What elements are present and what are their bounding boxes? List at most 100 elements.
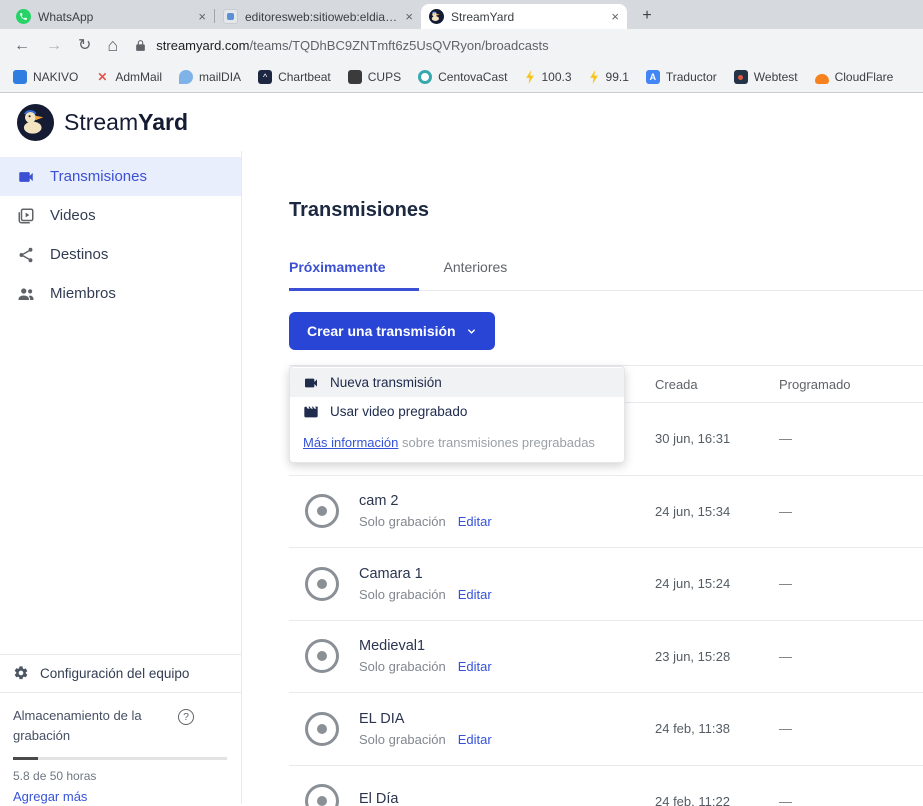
help-icon[interactable]: ? (178, 709, 194, 725)
edit-link[interactable]: Editar (458, 659, 492, 674)
bookmark-radio-100-3[interactable]: 100.3 (524, 70, 571, 84)
maildia-icon (179, 70, 193, 84)
broadcast-name: El Día (359, 791, 399, 806)
menu-info-rest: sobre transmisiones pregrabadas (398, 435, 595, 450)
more-info-link[interactable]: Más información (303, 435, 398, 450)
bookmark-label: 100.3 (541, 70, 571, 84)
broadcast-name: Medieval1 (359, 638, 492, 654)
bookmark-label: mailDIA (199, 70, 241, 84)
tab-anteriores[interactable]: Anteriores (443, 259, 507, 290)
bookmark-chartbeat[interactable]: Chartbeat (258, 70, 331, 84)
team-settings-button[interactable]: Configuración del equipo (0, 654, 241, 692)
scheduled-value: — (779, 431, 792, 446)
app-header: StreamYard (0, 93, 923, 151)
storage-label: Almacenamiento de la grabación (13, 706, 178, 746)
new-tab-button[interactable]: + (635, 4, 659, 28)
sidebar-item-miembros[interactable]: Miembros (0, 274, 241, 313)
bookmark-label: CentovaCast (438, 70, 507, 84)
create-broadcast-menu: Nueva transmisión Usar video pregrabado … (289, 366, 625, 463)
bookmark-label: CUPS (368, 70, 401, 84)
home-icon[interactable] (107, 36, 118, 55)
people-icon (17, 285, 35, 303)
sidebar: Transmisiones Videos Destinos Miembros (0, 151, 242, 804)
eldia-favicon (223, 9, 238, 24)
screen: WhatsApp × editoresweb:sitioweb:eldia.co… (0, 0, 923, 806)
video-library-icon (17, 207, 35, 225)
scheduled-value: — (779, 721, 792, 736)
sidebar-item-videos[interactable]: Videos (0, 196, 241, 235)
sidebar-item-transmisiones[interactable]: Transmisiones (0, 157, 241, 196)
back-icon[interactable] (14, 38, 30, 54)
centovacast-icon (418, 70, 432, 84)
brand-name: StreamYard (64, 109, 188, 136)
bookmark-centovacast[interactable]: CentovaCast (418, 70, 507, 84)
record-icon (305, 639, 339, 673)
bookmark-nakivo[interactable]: NAKIVO (13, 70, 78, 84)
created-value: 24 feb, 11:22 (655, 794, 730, 806)
tab-close-icon[interactable]: × (198, 10, 206, 23)
streamyard-favicon (429, 9, 444, 24)
reload-icon[interactable] (78, 38, 91, 54)
menu-item-prerecorded-video[interactable]: Usar video pregrabado (290, 397, 624, 426)
url-omnibox[interactable]: streamyard.com/teams/TQDhBC9ZNTmft6z5UsQ… (134, 33, 909, 59)
team-settings-label: Configuración del equipo (40, 666, 189, 681)
browser-address-bar: streamyard.com/teams/TQDhBC9ZNTmft6z5UsQ… (0, 29, 923, 62)
webtest-icon (734, 70, 748, 84)
bookmark-label: CloudFlare (835, 70, 894, 84)
sidebar-item-destinos[interactable]: Destinos (0, 235, 241, 274)
bookmark-label: Traductor (666, 70, 717, 84)
tab-proximamente[interactable]: Próximamente (289, 259, 419, 291)
tab-eldia[interactable]: editoresweb:sitioweb:eldia.co × (215, 4, 421, 29)
video-camera-icon (303, 375, 319, 391)
sidebar-item-label: Transmisiones (50, 168, 147, 185)
created-value: 30 jun, 16:31 (655, 431, 730, 446)
edit-link[interactable]: Editar (458, 732, 492, 747)
table-row: Medieval1 Solo grabaciónEditar 23 jun, 1… (289, 620, 923, 693)
bookmark-label: Webtest (754, 70, 798, 84)
tab-streamyard-active[interactable]: StreamYard × (421, 4, 627, 29)
sidebar-nav: Transmisiones Videos Destinos Miembros (0, 151, 241, 313)
tab-close-icon[interactable]: × (405, 10, 413, 23)
bookmark-traductor[interactable]: Traductor (646, 70, 717, 84)
bookmark-admmail[interactable]: AdmMail (95, 70, 162, 84)
scheduled-value: — (779, 576, 792, 591)
streamyard-logo[interactable] (17, 104, 54, 141)
nakivo-icon (13, 70, 27, 84)
bookmark-label: 99.1 (606, 70, 629, 84)
sidebar-item-label: Destinos (50, 246, 108, 263)
edit-link[interactable]: Editar (458, 514, 492, 529)
table-row: cam 2 Solo grabaciónEditar 24 jun, 15:34… (289, 475, 923, 548)
create-broadcast-label: Crear una transmisión (307, 323, 456, 339)
broadcast-name: Camara 1 (359, 566, 492, 582)
create-broadcast-button[interactable]: Crear una transmisión (289, 312, 495, 350)
bookmark-radio-99-1[interactable]: 99.1 (589, 70, 629, 84)
menu-item-label: Nueva transmisión (330, 375, 442, 390)
tab-title: StreamYard (451, 10, 604, 24)
bookmark-webtest[interactable]: Webtest (734, 70, 798, 84)
bookmark-label: Chartbeat (278, 70, 331, 84)
browser-tab-strip: WhatsApp × editoresweb:sitioweb:eldia.co… (0, 0, 923, 29)
record-icon (305, 494, 339, 528)
broadcast-tabs: Próximamente Anteriores (289, 259, 923, 291)
bookmark-label: NAKIVO (33, 70, 78, 84)
sidebar-item-label: Miembros (50, 285, 116, 302)
add-storage-link[interactable]: Agregar más (13, 789, 228, 804)
tab-close-icon[interactable]: × (611, 10, 619, 23)
bookmark-cups[interactable]: CUPS (348, 70, 401, 84)
cups-icon (348, 70, 362, 84)
scheduled-value: — (779, 794, 792, 806)
share-icon (17, 246, 35, 264)
edit-link[interactable]: Editar (458, 587, 492, 602)
menu-item-label: Usar video pregrabado (330, 404, 467, 419)
bookmark-cloudflare[interactable]: CloudFlare (815, 70, 894, 84)
record-icon (305, 567, 339, 601)
forward-icon[interactable] (46, 38, 62, 54)
url-text: streamyard.com/teams/TQDhBC9ZNTmft6z5UsQ… (156, 38, 548, 53)
tab-title: WhatsApp (38, 10, 191, 24)
bookmark-maildia[interactable]: mailDIA (179, 70, 241, 84)
app-body: Transmisiones Videos Destinos Miembros (0, 151, 923, 804)
storage-progress-fill (13, 757, 38, 760)
menu-item-new-broadcast[interactable]: Nueva transmisión (290, 368, 624, 397)
admmail-icon (95, 70, 109, 84)
tab-whatsapp[interactable]: WhatsApp × (8, 4, 214, 29)
